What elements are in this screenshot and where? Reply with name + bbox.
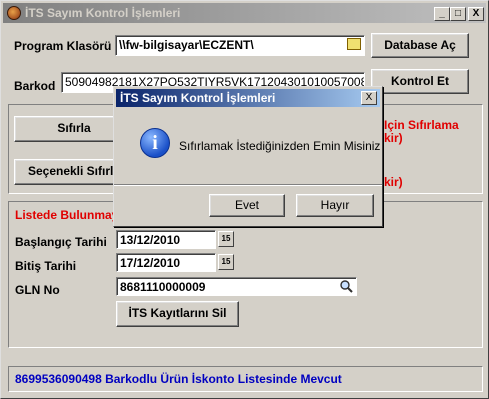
- calendar-icon[interactable]: 15: [218, 254, 234, 270]
- program-folder-input[interactable]: \\fw-bilgisayar\ECZENT\: [115, 35, 365, 56]
- title-bar: İTS Sayım Kontrol İşlemleri _ □ X: [3, 3, 486, 23]
- calendar-icon[interactable]: 15: [218, 231, 234, 247]
- program-folder-label: Program Klasörü: [14, 39, 112, 53]
- maximize-button[interactable]: □: [450, 7, 466, 21]
- end-date-label: Bitiş Tarihi: [15, 259, 77, 273]
- window-title: İTS Sayım Kontrol İşlemleri: [25, 6, 181, 20]
- reset-note-2: kir): [384, 175, 403, 189]
- dialog-divider: [114, 184, 382, 186]
- barcode-label: Barkod: [14, 79, 56, 93]
- folder-icon[interactable]: [347, 38, 361, 50]
- app-icon: [7, 6, 21, 20]
- gln-label: GLN No: [15, 283, 60, 297]
- database-open-button[interactable]: Database Aç: [371, 33, 469, 58]
- yes-button[interactable]: Evet: [209, 194, 285, 217]
- minimize-button[interactable]: _: [434, 7, 450, 21]
- reset-note-1: Için Sıfırlama: [384, 118, 459, 132]
- dialog-close-button[interactable]: X: [361, 91, 377, 105]
- close-button[interactable]: X: [468, 7, 484, 21]
- check-button[interactable]: Kontrol Et: [371, 69, 469, 94]
- start-date-input[interactable]: 13/12/2010: [116, 230, 216, 249]
- dialog-title: İTS Sayım Kontrol İşlemleri: [120, 91, 276, 105]
- status-text: 8699536090498 Barkodlu Ürün İskonto List…: [15, 372, 342, 386]
- info-icon: i: [140, 128, 170, 158]
- no-button[interactable]: Hayır: [296, 194, 374, 217]
- delete-its-records-button[interactable]: İTS Kayıtlarını Sil: [116, 301, 239, 327]
- start-date-label: Başlangıç Tarihi: [15, 235, 107, 249]
- search-icon[interactable]: [339, 279, 354, 293]
- dialog-message: Sıfırlamak İstediğinizden Emin Misiniz: [179, 139, 381, 153]
- end-date-input[interactable]: 17/12/2010: [116, 253, 216, 272]
- dialog-title-bar: İTS Sayım Kontrol İşlemleri X: [116, 89, 380, 107]
- reset-note-1b: kir): [384, 131, 403, 145]
- gln-input[interactable]: 8681110000009: [116, 277, 357, 296]
- confirm-dialog: İTS Sayım Kontrol İşlemleri X i Sıfırlam…: [113, 86, 383, 227]
